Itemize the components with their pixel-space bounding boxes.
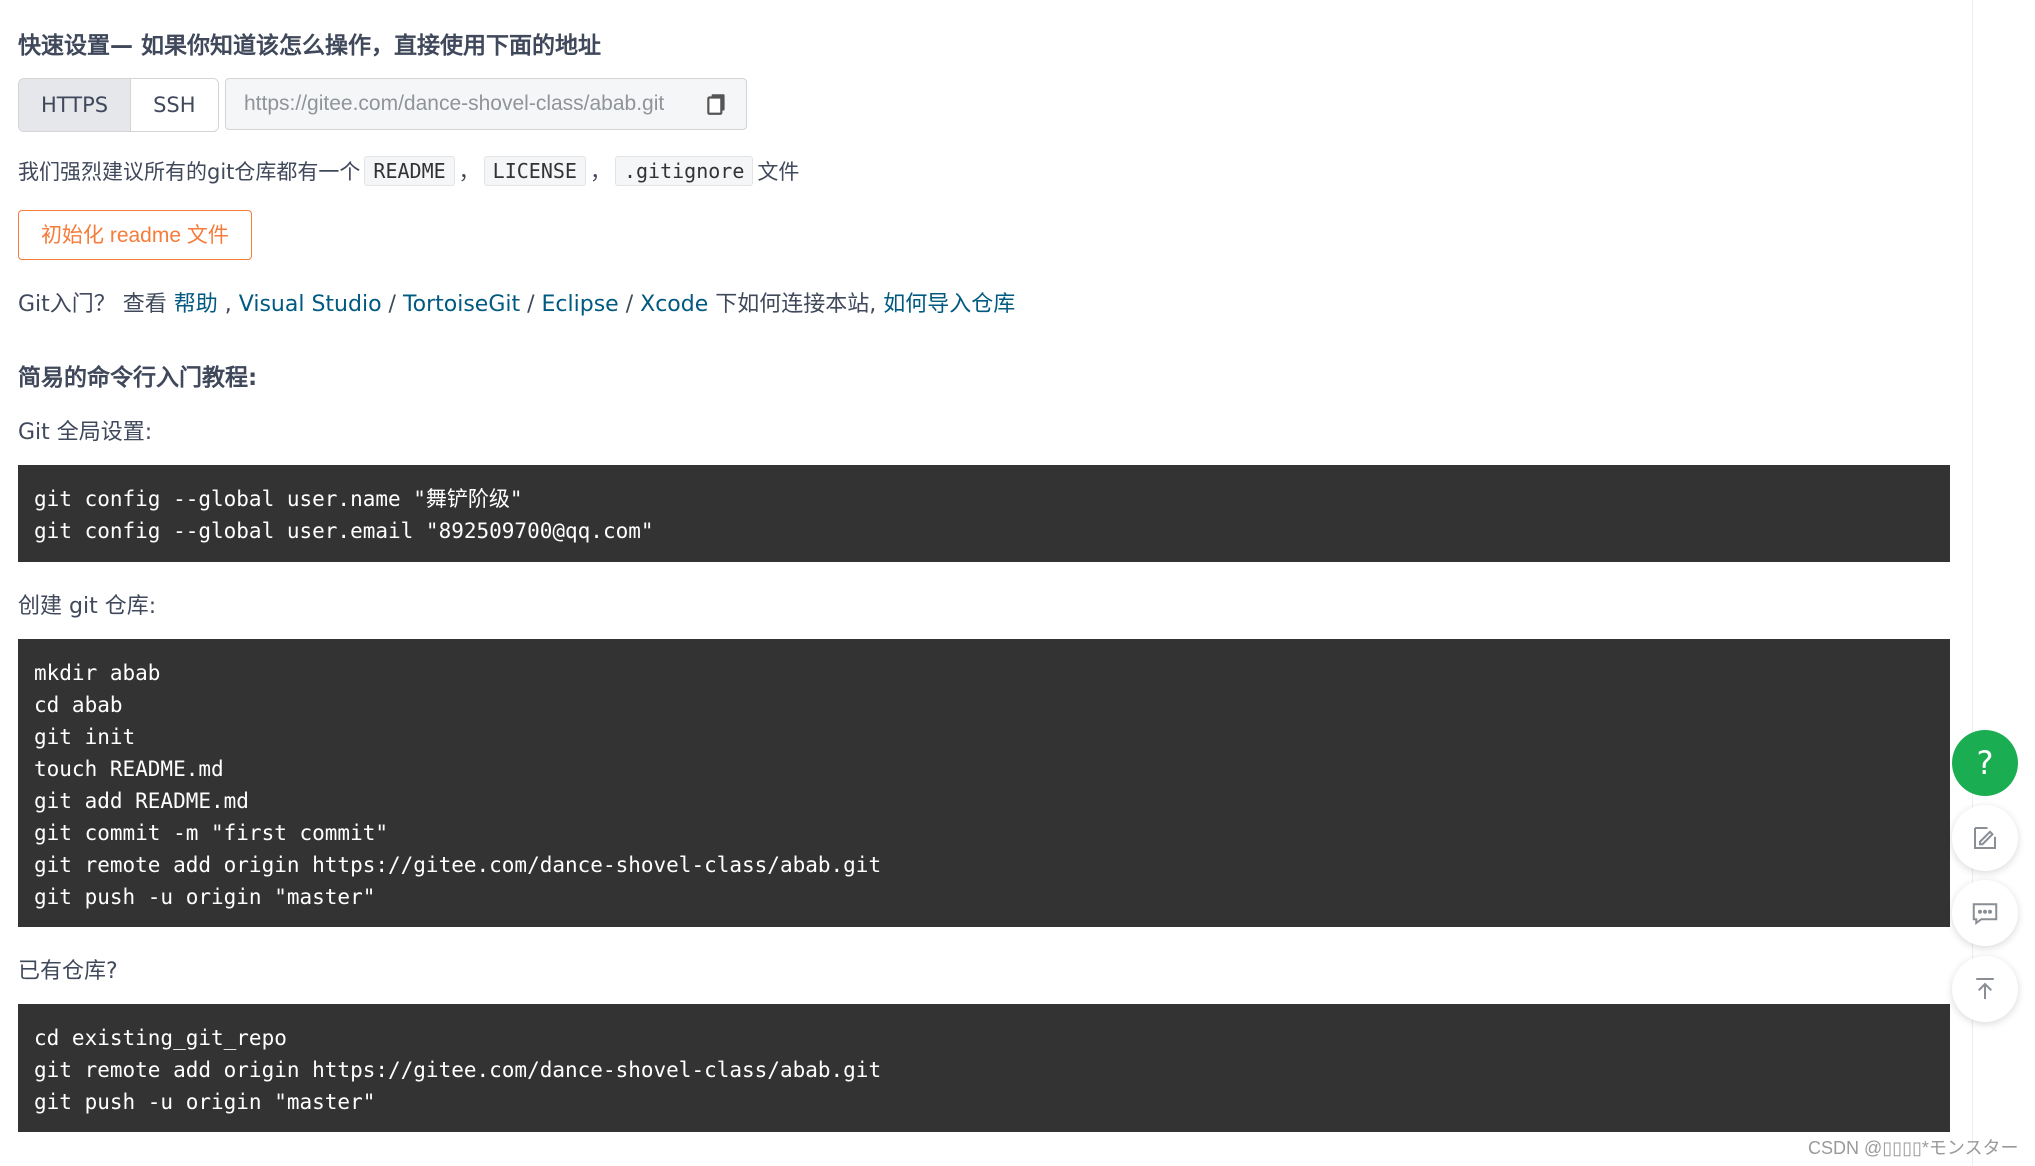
help-mid: 下如何连接本站, (708, 292, 884, 317)
help-line: Git入门？ 查看 帮助 , Visual Studio / TortoiseG… (18, 286, 1015, 318)
code-line: git remote add origin https://gitee.com/… (34, 1058, 882, 1082)
code-line: git push -u origin "master" (34, 1090, 376, 1114)
code-line: git remote add origin https://gitee.com/… (34, 853, 882, 877)
code-line: mkdir abab (34, 661, 161, 685)
create-repo-code: mkdir abab cd abab git init touch README… (18, 639, 1950, 927)
code-line: cd abab (34, 693, 123, 717)
slash: / (381, 292, 403, 317)
init-readme-button[interactable]: 初始化 readme 文件 (18, 210, 252, 260)
copy-icon[interactable] (704, 91, 730, 117)
question-icon: ? (1976, 744, 1994, 782)
global-settings-label: Git 全局设置: (18, 420, 153, 445)
license-chip: LICENSE (483, 156, 586, 186)
recommend-suffix: 文件 (757, 160, 800, 184)
recommend-prefix: 我们强烈建议所有的git仓库都有一个 (18, 160, 361, 184)
existing-repo-label: 已有仓库? (18, 959, 118, 984)
comment-icon (1972, 903, 1998, 925)
code-line: git push -u origin "master" (34, 885, 376, 909)
edit-icon (1974, 827, 1996, 849)
code-line: git add README.md (34, 789, 249, 813)
clone-url-box (225, 78, 747, 130)
help-float-button[interactable]: ? (1952, 730, 2018, 796)
edit-float-button[interactable] (1952, 805, 2018, 871)
code-line: cd existing_git_repo (34, 1026, 287, 1050)
tortoisegit-link[interactable]: TortoiseGit (403, 292, 520, 317)
xcode-link[interactable]: Xcode (640, 292, 708, 317)
slash: / (618, 292, 641, 317)
import-repo-link[interactable]: 如何导入仓库 (883, 292, 1015, 317)
readme-chip: README (364, 156, 455, 186)
help-sep: , (217, 292, 239, 317)
recommend-text: 我们强烈建议所有的git仓库都有一个 README ， LICENSE ， .g… (18, 156, 799, 186)
help-link[interactable]: 帮助 (174, 292, 218, 317)
code-line: git init (34, 725, 136, 749)
visual-studio-link[interactable]: Visual Studio (239, 292, 382, 317)
back-to-top-button[interactable] (1952, 956, 2018, 1022)
code-line: git commit -m "first commit" (34, 821, 389, 845)
code-line: git config --global user.name "舞铲阶级" (34, 487, 523, 511)
gitignore-chip: .gitignore (614, 156, 754, 186)
comment-float-button[interactable] (1952, 880, 2018, 946)
existing-repo-code: cd existing_git_repo git remote add orig… (18, 1004, 1950, 1132)
slash: / (520, 292, 542, 317)
tutorial-title: 简易的命令行入门教程: (18, 365, 258, 391)
eclipse-link[interactable]: Eclipse (542, 292, 619, 317)
protocol-switch: HTTPS SSH (18, 78, 219, 132)
ssh-button[interactable]: SSH (131, 79, 218, 131)
create-repo-label: 创建 git 仓库: (18, 594, 157, 619)
back-to-top-icon (1976, 978, 1994, 999)
separator: ， (589, 160, 611, 184)
https-button[interactable]: HTTPS (19, 79, 132, 131)
code-line: git config --global user.email "89250970… (34, 519, 654, 543)
separator: ， (458, 160, 480, 184)
clone-url-input[interactable] (242, 91, 696, 117)
quick-setup-title: 快速设置— 如果你知道该怎么操作，直接使用下面的地址 (18, 33, 602, 59)
help-prefix: Git入门？ 查看 (18, 292, 174, 317)
global-settings-code: git config --global user.name "舞铲阶级" git… (18, 465, 1950, 562)
csdn-watermark: CSDN @▯▯▯▯*モンスター (1808, 1138, 2019, 1158)
code-line: touch README.md (34, 757, 224, 781)
